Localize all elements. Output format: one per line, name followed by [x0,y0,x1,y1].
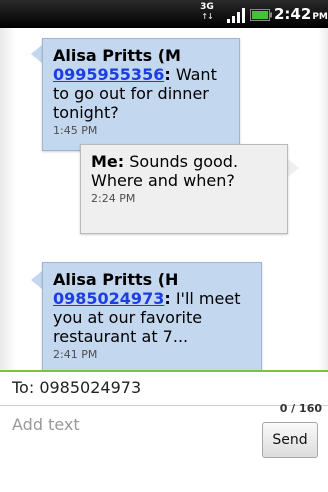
message-sender: Alisa Pritts (H [53,270,179,289]
message-sender: Alisa Pritts (M [53,46,181,65]
message-sender: Me: [91,152,125,171]
compose-panel: To: 0985024973 Add text 0 / 160 Send [0,370,328,492]
message-bubble-received[interactable]: Alisa Pritts (M 0995955356: Want to go o… [42,38,240,151]
phone-number-link[interactable]: 0995955356 [53,65,164,84]
message-bubble-sent[interactable]: Me: Sounds good. Where and when? 2:24 PM [80,144,288,234]
recipient-field[interactable]: To: 0985024973 [0,372,328,406]
phone-number-link[interactable]: 0985024973 [53,289,164,308]
status-bar: 3G ↑↓ 2:42PM [0,0,328,28]
message-bubble-received[interactable]: Alisa Pritts (H 0985024973: I'll meet yo… [42,262,262,370]
send-button[interactable]: Send [262,422,318,458]
message-input[interactable]: Add text [0,407,250,447]
message-timestamp: 1:45 PM [53,124,98,137]
network-3g-icon: 3G ↑↓ [200,2,214,24]
character-counter: 0 / 160 [279,402,322,415]
data-arrows-icon: ↑↓ [201,12,213,21]
clock-time: 2:42 [274,5,312,23]
thread-left-shade [0,28,16,370]
battery-icon [250,9,272,21]
bubble-tail [287,158,299,178]
network-type-label: 3G [200,2,214,12]
conversation-thread[interactable]: Alisa Pritts (M 0995955356: Want to go o… [0,28,328,370]
signal-icon [227,8,245,23]
clock-ampm: PM [312,12,328,22]
status-clock: 2:42PM [274,5,328,23]
message-timestamp: 2:24 PM [91,192,136,205]
message-timestamp: 2:41 PM [53,348,98,361]
thread-right-shade [318,28,328,370]
